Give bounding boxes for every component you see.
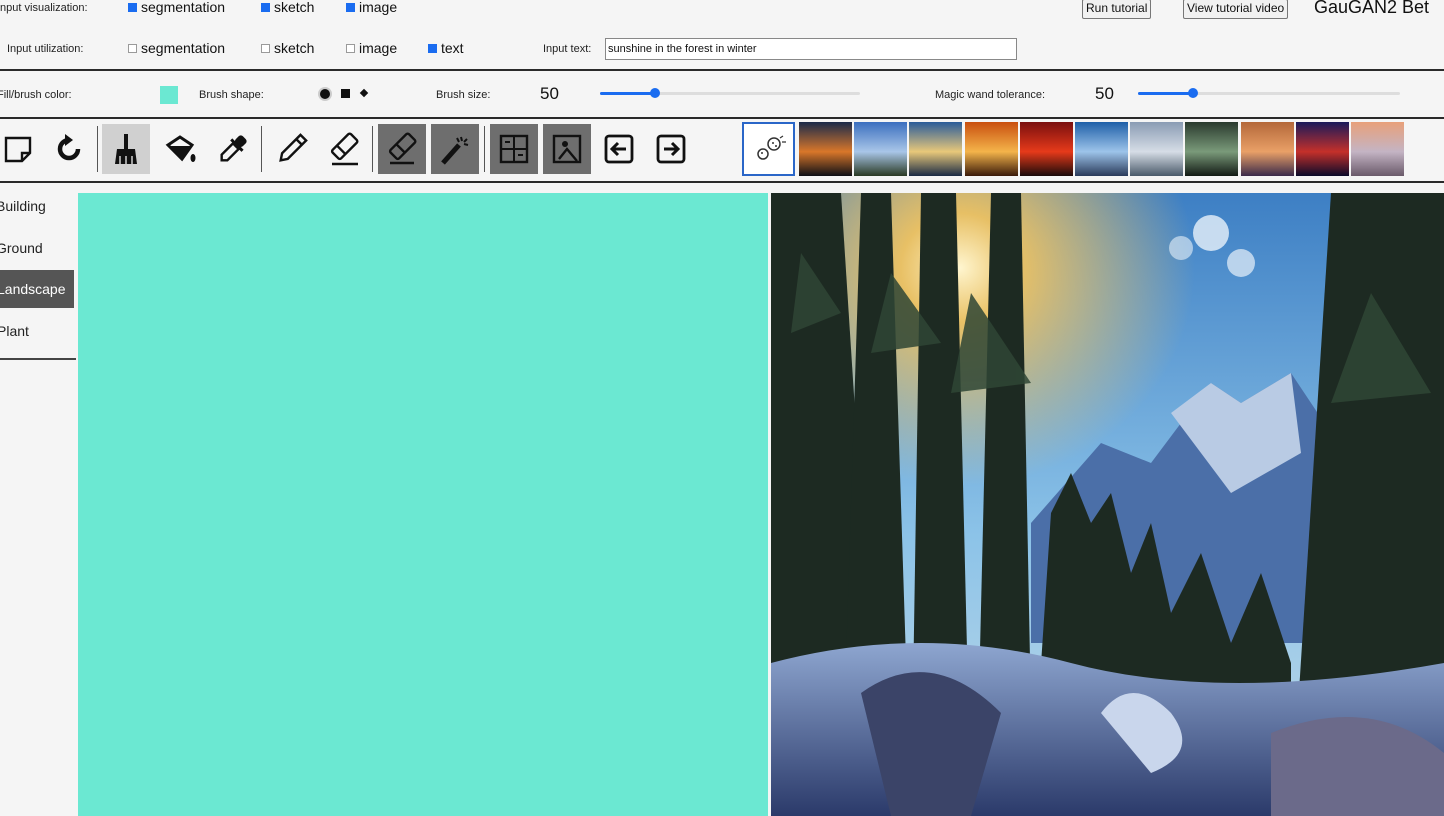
header-divider [0,69,1444,71]
util-sketch-option[interactable]: sketch [261,40,314,56]
input-utilization-label: Input utilization: [7,43,84,55]
arrow-right-icon[interactable] [647,124,695,174]
sidebar-item-landscape[interactable]: Landscape [0,270,74,308]
brush-size-value: 50 [540,84,559,103]
sample-image-thumb-10[interactable] [1295,122,1349,176]
vis-segmentation-label: segmentation [141,0,226,15]
sample-image-thumb-3[interactable] [909,122,963,176]
vis-segmentation-checkbox[interactable] [128,2,137,12]
view-tutorial-video-button[interactable]: View tutorial video [1183,0,1289,19]
util-image-option[interactable]: image [346,40,397,56]
sidebar-item-label: Plant [0,323,29,339]
sidebar-divider [0,358,76,360]
new-canvas-icon[interactable] [0,124,42,174]
paint-bucket-icon[interactable] [156,124,204,174]
tool-separator [484,126,485,172]
vis-sketch-checkbox[interactable] [261,2,270,12]
util-text-checkbox[interactable] [428,43,437,53]
segmentation-canvas[interactable] [78,193,768,816]
sample-image-thumb-9[interactable] [1240,122,1294,176]
util-sketch-label: sketch [274,40,315,56]
util-image-checkbox[interactable] [346,43,355,53]
vis-segmentation-option[interactable]: segmentation [128,0,225,15]
sidebar-item-label: Ground [0,240,43,256]
brushbar-divider [0,117,1444,119]
run-tutorial-button[interactable]: Run tutorial [1082,0,1152,19]
segmentation-grid-icon[interactable] [490,124,538,174]
app-title: GauGAN2 Bet [1314,0,1430,17]
sample-image-thumb-7[interactable] [1130,122,1184,176]
magic-wand-tolerance-value: 50 [1095,84,1114,103]
util-segmentation-checkbox[interactable] [128,43,137,53]
vis-image-label: image [359,0,398,15]
vis-sketch-option[interactable]: sketch [261,0,314,15]
input-text-label: Input text: [543,43,592,55]
brush-shape-circle[interactable] [320,89,330,99]
brush-icon[interactable] [102,124,150,174]
sample-image-thumb-5[interactable] [1019,122,1073,176]
brush-shape-label: Brush shape: [199,89,264,101]
sample-image-thumb-6[interactable] [1075,122,1128,176]
magic-wand-tolerance-slider[interactable] [1138,88,1400,98]
brush-shape-diamond[interactable] [359,88,369,98]
sample-image-thumb-4[interactable] [964,122,1018,176]
util-image-label: image [359,40,398,56]
util-sketch-checkbox[interactable] [261,43,270,53]
fill-color-swatch[interactable] [160,86,178,104]
sidebar-item-label: Landscape [0,281,66,297]
sidebar-item-building[interactable]: Building [0,187,74,225]
dice-icon[interactable] [742,122,795,176]
pencil-icon[interactable] [268,124,316,174]
util-segmentation-label: segmentation [141,40,226,56]
refresh-icon[interactable] [45,124,93,174]
brush-size-slider-fill [600,92,655,95]
vis-image-checkbox[interactable] [346,2,355,12]
eraser-icon[interactable] [378,124,426,174]
magic-wand-slider-fill [1138,92,1194,95]
sidebar-item-label: Building [0,198,46,214]
vis-sketch-label: sketch [274,0,315,15]
sidebar-item-plant[interactable]: Plant [0,312,74,350]
output-image [771,193,1444,816]
util-text-label: text [441,40,464,56]
toolbar-divider [0,181,1444,183]
util-segmentation-option[interactable]: segmentation [128,40,225,56]
sample-image-thumb-11[interactable] [1351,122,1404,176]
input-visualization-label: Input visualization: [0,2,88,14]
brush-size-slider[interactable] [600,88,860,98]
input-text-field[interactable]: sunshine in the forest in winter [605,38,1017,60]
image-select-icon[interactable] [543,124,591,174]
util-text-option[interactable]: text [428,40,464,56]
arrow-left-icon[interactable] [595,124,643,174]
brush-shape-square[interactable] [341,89,350,98]
brush-size-slider-thumb[interactable] [649,88,660,98]
tool-separator [372,126,373,172]
magic-wand-tolerance-label: Magic wand tolerance: [935,89,1046,101]
sidebar-item-ground[interactable]: Ground [0,229,74,267]
sketch-eraser-icon[interactable] [320,124,368,174]
fill-brush-color-label: Fill/brush color: [0,89,72,101]
sample-image-thumb-1[interactable] [799,122,852,176]
eyedropper-icon[interactable] [209,124,257,174]
tool-separator [97,126,98,172]
magic-wand-icon[interactable] [431,124,479,174]
brush-size-label: Brush size: [436,89,491,101]
vis-image-option[interactable]: image [346,0,397,15]
magic-wand-slider-thumb[interactable] [1188,88,1199,98]
sample-image-thumb-2[interactable] [854,122,908,176]
tool-separator [261,126,262,172]
sample-image-thumb-8[interactable] [1185,122,1239,176]
